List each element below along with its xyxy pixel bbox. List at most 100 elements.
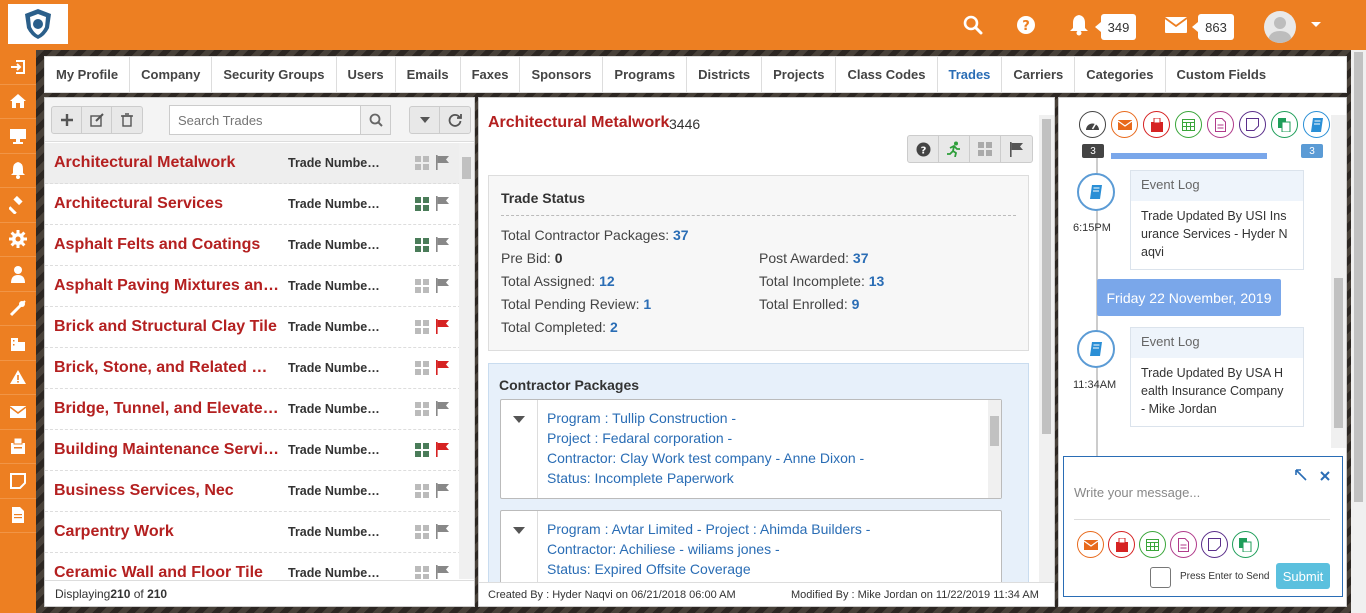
copy-icon[interactable]: [1232, 531, 1259, 558]
tab-users[interactable]: Users: [337, 57, 396, 92]
envelope-icon[interactable]: [0, 395, 36, 430]
package-line[interactable]: Contractor: Achiliese - wiliams jones -: [547, 541, 780, 557]
trade-row[interactable]: Carpentry Work Trade Number...: [45, 512, 461, 553]
package-line[interactable]: Status: Expired Offsite Coverage: [547, 561, 751, 577]
grid-icon[interactable]: [415, 443, 429, 457]
trade-row[interactable]: Ceramic Wall and Floor Tile Trade Number…: [45, 553, 461, 579]
bell-icon[interactable]: [1067, 13, 1091, 37]
enter-to-send-checkbox[interactable]: [1150, 567, 1171, 588]
user-avatar[interactable]: [1264, 11, 1296, 43]
trade-row[interactable]: Building Maintenance Servic... Trade Num…: [45, 430, 461, 471]
tab-security-groups[interactable]: Security Groups: [212, 57, 337, 92]
tab-custom-fields[interactable]: Custom Fields: [1166, 57, 1278, 92]
home-icon[interactable]: [0, 85, 36, 119]
activity-scrollbar[interactable]: [1331, 115, 1346, 448]
note-icon[interactable]: [0, 464, 36, 499]
list-scrollbar-thumb[interactable]: [462, 157, 471, 179]
search-button[interactable]: [360, 106, 390, 134]
chevron-down-icon[interactable]: [1304, 13, 1328, 37]
package-scrollbar-thumb[interactable]: [990, 416, 999, 446]
grid-icon[interactable]: [415, 279, 429, 293]
tools-icon[interactable]: [0, 292, 36, 326]
activity-scrollbar-thumb[interactable]: [1334, 278, 1343, 428]
fax-icon[interactable]: [0, 430, 36, 464]
package-line[interactable]: Contractor: Clay Work test company - Ann…: [547, 450, 864, 466]
page-scrollbar-thumb[interactable]: [1354, 52, 1363, 502]
gavel-icon[interactable]: [0, 188, 36, 223]
dashboard-icon[interactable]: [1079, 111, 1106, 138]
grid-icon[interactable]: [415, 156, 429, 170]
close-icon[interactable]: [1320, 469, 1330, 484]
add-button[interactable]: [52, 107, 82, 133]
tab-districts[interactable]: Districts: [687, 57, 763, 92]
calendar-icon[interactable]: [1139, 531, 1166, 558]
gear-icon[interactable]: [0, 223, 36, 257]
envelope-icon[interactable]: [1111, 111, 1138, 138]
tab-projects[interactable]: Projects: [762, 57, 837, 92]
tab-class-codes[interactable]: Class Codes: [836, 57, 938, 92]
message-input[interactable]: Write your message...: [1074, 485, 1200, 500]
grid-icon[interactable]: [415, 484, 429, 498]
trade-row[interactable]: Brick, Stone, and Related Mat... Trade N…: [45, 348, 461, 389]
mail-icon[interactable]: [1164, 13, 1188, 37]
trade-row[interactable]: Bridge, Tunnel, and Elevated ... Trade N…: [45, 389, 461, 430]
building-icon[interactable]: [0, 326, 36, 361]
book-icon[interactable]: [1303, 111, 1330, 138]
help-icon[interactable]: ?: [908, 136, 939, 162]
flag-icon[interactable]: [1001, 136, 1032, 162]
grid-icon[interactable]: [415, 566, 429, 579]
list-scrollbar[interactable]: [459, 143, 474, 579]
refresh-button[interactable]: [440, 107, 470, 133]
flag-icon[interactable]: [435, 360, 450, 378]
flag-icon[interactable]: [435, 442, 450, 460]
caret-down-icon[interactable]: [513, 527, 525, 534]
trade-row[interactable]: Architectural Metalwork Trade Number...: [45, 143, 461, 184]
copy-icon[interactable]: [1271, 111, 1298, 138]
trade-row[interactable]: Asphalt Felts and Coatings Trade Number.…: [45, 225, 461, 266]
grid-icon[interactable]: [415, 238, 429, 252]
search-icon[interactable]: [961, 13, 985, 37]
help-icon[interactable]: ?: [1014, 13, 1038, 37]
tab-my-profile[interactable]: My Profile: [45, 57, 131, 92]
warning-icon[interactable]: [0, 361, 36, 395]
contractor-package-item[interactable]: Program : Avtar Limited - Project : Ahim…: [500, 510, 1002, 582]
flag-icon[interactable]: [435, 401, 450, 419]
flag-icon[interactable]: [435, 319, 450, 337]
event-card[interactable]: Event Log Trade Updated By USA H ealth I…: [1130, 327, 1304, 427]
tab-carriers[interactable]: Carriers: [1002, 57, 1076, 92]
flag-icon[interactable]: [435, 155, 450, 173]
caret-down-button[interactable]: [410, 107, 440, 133]
flag-icon[interactable]: [435, 524, 450, 542]
user-icon[interactable]: [0, 257, 36, 292]
package-line[interactable]: Program : Avtar Limited - Project : Ahim…: [547, 521, 870, 537]
flag-icon[interactable]: [435, 196, 450, 214]
flag-icon[interactable]: [435, 237, 450, 255]
search-input[interactable]: [170, 106, 360, 134]
flag-icon[interactable]: [435, 483, 450, 501]
document-icon[interactable]: [1207, 111, 1234, 138]
tab-trades[interactable]: Trades: [938, 57, 1003, 92]
sign-in-icon[interactable]: [0, 50, 36, 85]
desktop-icon[interactable]: [0, 119, 36, 154]
page-scrollbar[interactable]: [1351, 50, 1366, 613]
tab-programs[interactable]: Programs: [603, 57, 688, 92]
package-scrollbar[interactable]: [988, 400, 1001, 498]
tab-emails[interactable]: Emails: [396, 57, 461, 92]
grid-icon[interactable]: [415, 320, 429, 334]
tab-company[interactable]: Company: [130, 57, 213, 92]
notifications-badge[interactable]: 349: [1095, 14, 1136, 40]
fax-icon[interactable]: [1108, 531, 1135, 558]
trade-row[interactable]: Business Services, Nec Trade Number...: [45, 471, 461, 512]
contractor-package-item[interactable]: Program : Tullip Construction - Project …: [500, 399, 1002, 499]
package-line[interactable]: Status: Incomplete Paperwork: [547, 470, 734, 486]
grid-icon[interactable]: [415, 197, 429, 211]
grid-icon[interactable]: [970, 136, 1001, 162]
event-card[interactable]: Event Log Trade Updated By USI Ins uranc…: [1130, 170, 1304, 270]
running-man-icon[interactable]: [939, 136, 970, 162]
package-line[interactable]: Project : Fedaral corporation -: [547, 430, 732, 446]
logo[interactable]: [8, 4, 68, 44]
trade-row[interactable]: Architectural Services Trade Number...: [45, 184, 461, 225]
note-icon[interactable]: [1239, 111, 1266, 138]
edit-button[interactable]: [82, 107, 112, 133]
flag-icon[interactable]: [435, 565, 450, 579]
